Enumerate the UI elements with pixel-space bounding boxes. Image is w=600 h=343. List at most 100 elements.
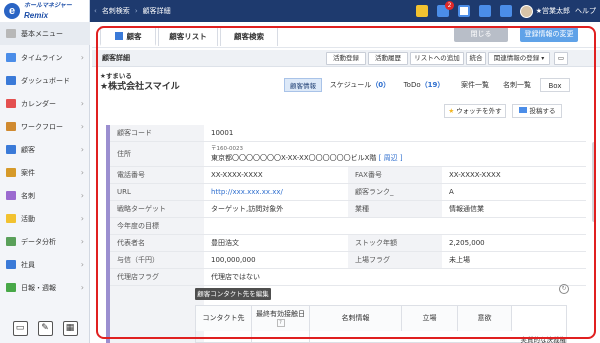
user-name: ★営業太郎 bbox=[535, 7, 570, 15]
logo-mark-icon: e bbox=[4, 3, 20, 19]
tab-customer-list[interactable]: 顧客リスト bbox=[158, 26, 218, 46]
sidebar-item-report[interactable]: 日報・週報 › bbox=[0, 276, 90, 299]
tab-label: 顧客検索 bbox=[234, 32, 264, 41]
header-icons: 2 bbox=[407, 0, 512, 22]
field-value bbox=[204, 218, 211, 234]
sidebar-item-timeline[interactable]: タイムライン › bbox=[0, 46, 90, 69]
deal-icon bbox=[6, 168, 16, 177]
logo-text-bottom: Remix bbox=[24, 11, 49, 20]
field-value: 情報通信業 bbox=[449, 205, 484, 213]
field-value: A bbox=[449, 188, 454, 196]
grid-icon[interactable]: ▦ bbox=[62, 320, 78, 336]
card-icon bbox=[6, 191, 16, 200]
activity-history-button[interactable]: 活動履歴 bbox=[368, 52, 408, 65]
tab-customer-search[interactable]: 顧客検索 bbox=[220, 26, 278, 46]
checklist-icon[interactable] bbox=[500, 5, 512, 17]
mail-icon[interactable] bbox=[458, 5, 470, 17]
customer-name: ★株式会社スマイル bbox=[100, 82, 180, 92]
help-link[interactable]: ヘルプ bbox=[575, 0, 596, 22]
post-icon bbox=[518, 107, 527, 113]
chevron-right-icon: › bbox=[80, 191, 84, 200]
url-link[interactable]: http://xxx.xxx.xx.xx/ bbox=[204, 184, 283, 200]
customer-short-name: ★すまいる bbox=[100, 72, 132, 80]
sidebar-item-label: 基本メニュー bbox=[21, 29, 63, 38]
add-to-list-button[interactable]: リストへの追加 bbox=[410, 52, 464, 65]
tab-customer-info[interactable]: 顧客情報 bbox=[284, 78, 322, 92]
field-label: 顧客コード bbox=[110, 125, 204, 141]
customer-icon bbox=[114, 32, 123, 40]
chevron-right-icon: › bbox=[80, 122, 84, 131]
field-row-goal: 今年度の目標 bbox=[110, 218, 586, 235]
sidebar-item-label: カレンダー bbox=[21, 99, 56, 108]
field-label: 住所 bbox=[110, 142, 204, 166]
scrollbar[interactable] bbox=[592, 142, 596, 222]
map-link[interactable]: [ 周辺 ] bbox=[379, 154, 403, 162]
tab-customer[interactable]: 顧客 bbox=[100, 26, 156, 46]
back-chevron-icon[interactable]: ‹ bbox=[94, 7, 97, 15]
field-label: 戦略ターゲット bbox=[110, 201, 204, 217]
breadcrumb-item-card-search[interactable]: 名刺検索 bbox=[102, 6, 130, 16]
activity-register-button[interactable]: 活動登録 bbox=[326, 52, 366, 65]
contacts-header-last-contact: 最終有効接触日? bbox=[252, 306, 310, 331]
sidebar-footer: ▭ ✎ ▦ bbox=[0, 314, 90, 342]
sidebar-item-workflow[interactable]: ワークフロー › bbox=[0, 115, 90, 138]
edit-registration-button[interactable]: 登録情報の変更 bbox=[520, 27, 578, 42]
sidebar-item-activity[interactable]: 活動 › bbox=[0, 207, 90, 230]
tab-schedule[interactable]: スケジュール（0） bbox=[328, 78, 392, 92]
sidebar-item-customer[interactable]: 顧客 › bbox=[0, 138, 90, 161]
chevron-right-icon: › bbox=[80, 168, 84, 177]
view-tab-label: 顧客情報 bbox=[290, 82, 316, 90]
calendar-icon bbox=[6, 99, 16, 108]
sidebar-item-analysis[interactable]: データ分析 › bbox=[0, 230, 90, 253]
dropdown-label: 関連情報の登録 bbox=[493, 54, 540, 62]
related-register-dropdown[interactable]: 関連情報の登録 ▾ bbox=[488, 52, 550, 65]
user-menu[interactable]: ★営業太郎 bbox=[519, 0, 570, 22]
field-row-url: URL http://xxx.xxx.xx.xx/ 顧客ランク_ A bbox=[110, 184, 586, 201]
unwatch-button[interactable]: ★ ウォッチを外す bbox=[444, 104, 506, 118]
main-content: 顧客 顧客リスト 顧客検索 閉じる 登録情報の変更 顧客詳細 活動登録 活動履歴… bbox=[92, 22, 600, 343]
sidebar-item-calendar[interactable]: カレンダー › bbox=[0, 92, 90, 115]
address-value: 〒160-0023 東京都〇〇〇〇〇〇〇X-XX-XX〇〇〇〇〇〇ビルX階 [ … bbox=[204, 142, 403, 166]
tab-bar: 顧客 顧客リスト 顧客検索 閉じる 登録情報の変更 bbox=[92, 22, 600, 48]
wrench-icon[interactable]: ✎ bbox=[37, 320, 53, 336]
tab-card-list[interactable]: 名刺一覧 bbox=[498, 78, 536, 92]
edit-contacts-button[interactable]: 顧客コンタクト先を編集 bbox=[195, 288, 271, 300]
tab-deal-list[interactable]: 案件一覧 bbox=[456, 78, 494, 92]
bookmark-icon[interactable] bbox=[416, 5, 428, 17]
sidebar-item-label: 案件 bbox=[21, 168, 35, 177]
field-row-address: 住所 〒160-0023 東京都〇〇〇〇〇〇〇X-XX-XX〇〇〇〇〇〇ビルX階… bbox=[110, 142, 586, 167]
logo-text-top: ホールマネジャー bbox=[24, 3, 72, 9]
field-row-credit: 与信（千円） 100,000,000 上場フラグ 未上場 bbox=[110, 252, 586, 269]
close-button[interactable]: 閉じる bbox=[454, 27, 508, 42]
field-label: 業種 bbox=[348, 201, 442, 217]
merge-button[interactable]: 統合 bbox=[466, 52, 486, 65]
document-icon[interactable] bbox=[479, 5, 491, 17]
sidebar: 基本メニュー タイムライン › ダッシュボード カレンダー › ワークフロー › 顧客… bbox=[0, 22, 90, 343]
field-label bbox=[110, 286, 204, 343]
refresh-icon[interactable]: ↻ bbox=[559, 284, 569, 294]
help-icon[interactable]: ? bbox=[276, 319, 285, 327]
contacts-header-card: 名刺情報 bbox=[310, 306, 402, 331]
tab-todo[interactable]: ToDo（19） bbox=[398, 78, 450, 92]
field-label: 電話番号 bbox=[110, 167, 204, 183]
sidebar-item-card[interactable]: 名刺 › bbox=[0, 184, 90, 207]
activity-icon bbox=[6, 214, 16, 223]
contacts-section: 顧客コンタクト先を編集 ↻ コンタクト先 最終有効接触日? 名刺情報 立場 意欲… bbox=[195, 284, 569, 343]
sidebar-item-basic-menu[interactable]: 基本メニュー bbox=[0, 22, 90, 45]
field-value: ターゲット,訪問対象外 bbox=[211, 205, 284, 213]
sidebar-item-deal[interactable]: 案件 › bbox=[0, 161, 90, 184]
window-toggle-icon[interactable]: ▭ bbox=[554, 52, 568, 65]
sidebar-item-staff[interactable]: 社員 › bbox=[0, 253, 90, 276]
staff-icon bbox=[6, 260, 16, 269]
sidebar-item-label: ダッシュボード bbox=[21, 76, 70, 85]
field-value: 100,000,000 bbox=[211, 256, 256, 264]
tab-box[interactable]: Box bbox=[540, 78, 570, 92]
todo-count: （19） bbox=[420, 81, 445, 89]
notification-icon[interactable]: 2 bbox=[437, 1, 454, 17]
app-logo[interactable]: e ホールマネジャー Remix bbox=[0, 0, 90, 22]
window-icon[interactable]: ▭ bbox=[12, 320, 28, 336]
sidebar-item-dashboard[interactable]: ダッシュボード bbox=[0, 69, 90, 92]
post-label: 投稿する bbox=[529, 107, 556, 115]
chevron-right-icon: › bbox=[80, 260, 84, 269]
post-button[interactable]: 投稿する bbox=[512, 104, 562, 118]
